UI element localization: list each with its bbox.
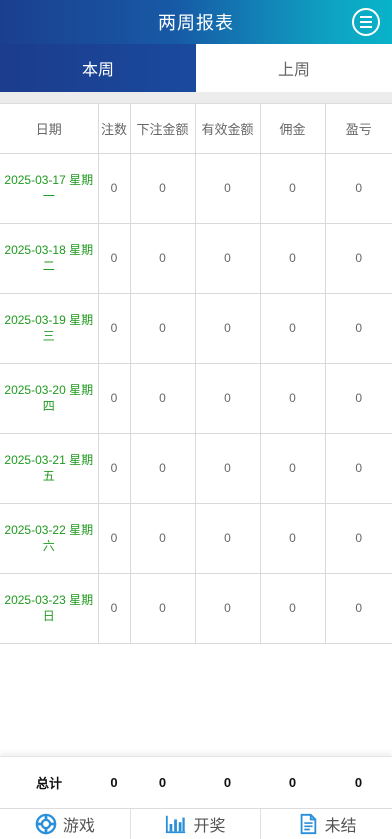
row-commission: 0	[260, 433, 326, 504]
row-count: 0	[98, 223, 131, 294]
row-bet: 0	[130, 363, 196, 434]
totals-bet: 0	[158, 775, 167, 790]
row-date: 2025-03-19 星期三	[0, 293, 99, 364]
totals-valid: 0	[223, 775, 232, 790]
row-date: 2025-03-23 星期日	[0, 573, 99, 644]
table-row: 2025-03-19 星期三 0 0 0 0 0	[0, 293, 392, 364]
row-date: 2025-03-18 星期二	[0, 223, 99, 294]
row-profit: 0	[325, 223, 392, 294]
row-date: 2025-03-22 星期六	[0, 503, 99, 574]
row-count: 0	[98, 153, 131, 224]
nav-unsettled-label: 未结	[324, 818, 357, 835]
menu-icon[interactable]	[352, 8, 380, 36]
row-commission: 0	[260, 223, 326, 294]
row-valid: 0	[195, 503, 261, 574]
header-bar: 两周报表	[0, 0, 392, 44]
row-bet: 0	[130, 153, 196, 224]
row-valid: 0	[195, 223, 261, 294]
nav-games-label: 游戏	[62, 818, 95, 835]
totals-commission: 0	[288, 775, 297, 790]
totals-row: 总计 0 0 0 0 0	[0, 756, 392, 808]
row-count: 0	[98, 503, 131, 574]
row-profit: 0	[325, 153, 392, 224]
report-table: 日期 注数 下注金额 有效金额 佣金 盈亏 2025-03-17 星期一 0 0 0 0…	[0, 104, 392, 644]
row-valid: 0	[195, 433, 261, 504]
column-header-count: 注数	[98, 104, 131, 154]
row-profit: 0	[325, 363, 392, 434]
bottom-nav: 游戏 开奖 未结	[0, 808, 392, 839]
table-row: 2025-03-18 星期二 0 0 0 0 0	[0, 223, 392, 294]
bar-chart-icon	[166, 815, 186, 834]
row-profit: 0	[325, 503, 392, 574]
row-valid: 0	[195, 293, 261, 364]
row-valid: 0	[195, 153, 261, 224]
document-icon	[300, 813, 316, 835]
totals-profit: 0	[354, 775, 363, 790]
row-profit: 0	[325, 433, 392, 504]
divider	[0, 92, 392, 104]
row-commission: 0	[260, 363, 326, 434]
column-header-commission: 佣金	[260, 104, 326, 154]
page-title: 两周报表	[158, 13, 234, 33]
table-row: 2025-03-17 星期一 0 0 0 0 0	[0, 153, 392, 224]
table-row: 2025-03-21 星期五 0 0 0 0 0	[0, 433, 392, 504]
tab-last-week[interactable]: 上周	[196, 44, 392, 92]
column-header-valid-amount: 有效金额	[195, 104, 261, 154]
row-profit: 0	[325, 293, 392, 364]
row-valid: 0	[195, 363, 261, 434]
row-date: 2025-03-17 星期一	[0, 153, 99, 224]
row-commission: 0	[260, 503, 326, 574]
nav-unsettled[interactable]: 未结	[261, 809, 392, 839]
table-row: 2025-03-23 星期日 0 0 0 0 0	[0, 573, 392, 644]
row-profit: 0	[325, 573, 392, 644]
table-header-row: 日期 注数 下注金额 有效金额 佣金 盈亏	[0, 104, 392, 154]
row-bet: 0	[130, 573, 196, 644]
week-tabs: 本周 上周	[0, 44, 392, 92]
nav-games[interactable]: 游戏	[0, 809, 131, 839]
row-bet: 0	[130, 293, 196, 364]
row-count: 0	[98, 573, 131, 644]
table-row: 2025-03-20 星期四 0 0 0 0 0	[0, 363, 392, 434]
row-count: 0	[98, 363, 131, 434]
tab-this-week[interactable]: 本周	[0, 44, 196, 92]
row-bet: 0	[130, 503, 196, 574]
column-header-bet-amount: 下注金额	[130, 104, 196, 154]
row-commission: 0	[260, 153, 326, 224]
row-date: 2025-03-21 星期五	[0, 433, 99, 504]
column-header-profit: 盈亏	[325, 104, 392, 154]
table-row: 2025-03-22 星期六 0 0 0 0 0	[0, 503, 392, 574]
row-count: 0	[98, 293, 131, 364]
row-count: 0	[98, 433, 131, 504]
row-commission: 0	[260, 293, 326, 364]
row-bet: 0	[130, 433, 196, 504]
column-header-date: 日期	[0, 104, 99, 154]
nav-draw-results[interactable]: 开奖	[131, 809, 262, 839]
row-commission: 0	[260, 573, 326, 644]
totals-count: 0	[110, 775, 118, 790]
lifebuoy-icon	[35, 813, 57, 835]
row-valid: 0	[195, 573, 261, 644]
row-date: 2025-03-20 星期四	[0, 363, 99, 434]
nav-draw-results-label: 开奖	[193, 818, 226, 835]
row-bet: 0	[130, 223, 196, 294]
totals-label: 总计	[35, 776, 62, 791]
